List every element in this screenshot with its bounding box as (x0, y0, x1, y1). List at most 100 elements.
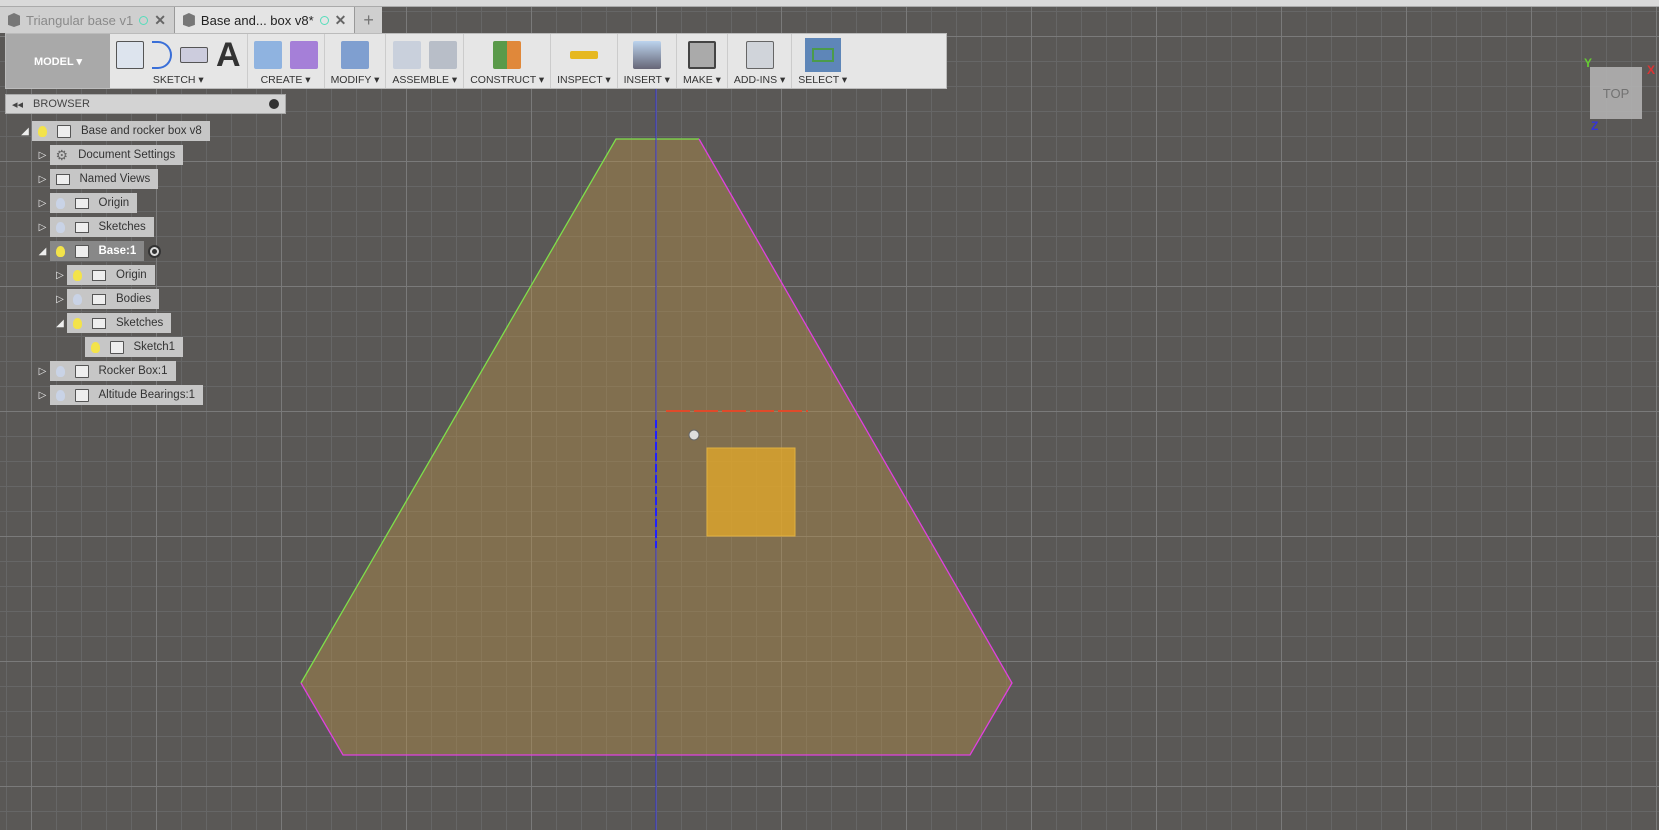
visibility-bulb-icon[interactable] (38, 125, 47, 137)
construct-group[interactable]: CONSTRUCT ▾ (464, 34, 552, 88)
node-label: Base and rocker box v8 (81, 125, 202, 137)
select-icon[interactable] (804, 38, 841, 72)
node-box[interactable]: Origin (67, 265, 155, 285)
extrude-icon[interactable] (253, 41, 282, 69)
node-label: Document Settings (78, 149, 176, 161)
close-icon[interactable]: ✕ (154, 12, 166, 29)
add-ins-group[interactable]: ADD-INS ▾ (728, 34, 793, 88)
node-label: Altitude Bearings:1 (98, 389, 196, 401)
viewcube-face[interactable]: TOP (1603, 86, 1630, 101)
press-pull-icon[interactable] (340, 41, 369, 69)
inspect-group[interactable]: INSPECT ▾ (551, 34, 618, 88)
visibility-bulb-icon[interactable] (55, 245, 65, 257)
browser-node[interactable]: ◢ Base:1 (36, 241, 162, 261)
form-icon[interactable] (289, 41, 318, 69)
node-box[interactable]: Origin (49, 193, 138, 213)
expand-triangle-icon[interactable]: ▷ (36, 222, 50, 233)
selected-profile[interactable] (706, 447, 796, 537)
joint-icon[interactable] (428, 41, 457, 69)
node-box[interactable]: Named Views (49, 169, 159, 189)
z-axis-label: Z (1591, 119, 1599, 133)
tab-label: Base and... box v8* (200, 12, 314, 28)
expand-triangle-icon[interactable]: ▷ (36, 174, 50, 185)
tab-base-and-rocker-box[interactable]: Base and... box v8* ✕ (174, 7, 356, 33)
node-box[interactable]: Sketch1 (84, 337, 184, 357)
origin-point[interactable] (688, 429, 700, 441)
select-group[interactable]: SELECT ▾ (792, 34, 853, 88)
expand-triangle-icon[interactable]: ▷ (53, 270, 67, 281)
group-label: ADD-INS ▾ (733, 74, 786, 86)
measure-icon[interactable] (569, 51, 598, 59)
sketch-geometry[interactable] (0, 0, 1659, 830)
image-icon[interactable] (632, 41, 661, 69)
expanded-triangle-icon[interactable]: ◢ (53, 318, 67, 329)
visibility-bulb-icon[interactable] (55, 197, 65, 209)
visibility-bulb-icon[interactable] (55, 221, 65, 233)
browser-node[interactable]: ▷ Rocker Box:1 (36, 361, 176, 381)
scripts-icon[interactable] (745, 41, 774, 69)
browser-node[interactable]: ▷ Origin (53, 265, 155, 285)
workspace-switcher[interactable]: MODEL ▾ (6, 34, 110, 88)
visibility-bulb-icon[interactable] (55, 389, 65, 401)
expand-triangle-icon[interactable]: ▷ (36, 150, 50, 161)
body-icon (74, 244, 89, 258)
node-label: Sketches (116, 317, 164, 329)
viewcube[interactable]: TOP (1590, 67, 1642, 119)
browser-node[interactable]: ◢ Base and rocker box v8 (18, 121, 210, 141)
node-label: Base:1 (98, 245, 137, 257)
create-group[interactable]: CREATE ▾ (248, 34, 325, 88)
expanded-triangle-icon[interactable]: ◢ (36, 246, 50, 257)
visibility-bulb-icon[interactable] (55, 365, 65, 377)
group-label: ASSEMBLE ▾ (392, 74, 458, 86)
expanded-triangle-icon[interactable]: ◢ (18, 126, 32, 137)
browser-header[interactable]: ◂◂ BROWSER (5, 94, 286, 114)
browser-node[interactable]: ◢ Sketches (53, 313, 172, 333)
assemble-group[interactable]: ASSEMBLE ▾ (386, 34, 465, 88)
insert-group[interactable]: INSERT ▾ (618, 34, 677, 88)
close-icon[interactable]: ✕ (335, 12, 347, 29)
minimize-icon[interactable] (269, 99, 279, 109)
expand-triangle-icon[interactable]: ▷ (53, 294, 67, 305)
visibility-bulb-icon[interactable] (73, 293, 82, 305)
group-label: INSERT ▾ (623, 74, 670, 86)
visibility-bulb-icon[interactable] (73, 317, 82, 329)
component-icon (57, 124, 71, 138)
group-label: INSPECT ▾ (557, 74, 611, 86)
node-box[interactable]: Sketches (49, 217, 154, 237)
node-box[interactable]: Base:1 (49, 241, 145, 261)
browser-node[interactable]: ▷ Altitude Bearings:1 (36, 385, 204, 405)
browser-node[interactable]: ▷ Origin (36, 193, 138, 213)
sketch-group[interactable]: A SKETCH ▾ (110, 34, 248, 88)
make-group[interactable]: MAKE ▾ (677, 34, 728, 88)
browser-node[interactable]: ▷ ⚙ Document Settings (36, 145, 184, 165)
browser-node[interactable]: ▷ Bodies (53, 289, 160, 309)
expand-triangle-icon[interactable]: ▷ (36, 366, 50, 377)
node-box[interactable]: Rocker Box:1 (49, 361, 176, 381)
3d-print-icon[interactable] (687, 41, 716, 69)
browser-node[interactable]: ▷ Sketches (36, 217, 154, 237)
tab-triangular-base[interactable]: Triangular base v1 ✕ (0, 7, 175, 33)
browser-title: BROWSER (33, 98, 90, 110)
create-sketch-icon[interactable] (116, 41, 144, 69)
activate-radio-icon[interactable] (148, 244, 162, 258)
node-box[interactable]: ⚙ Document Settings (49, 145, 184, 165)
node-box[interactable]: Bodies (67, 289, 160, 309)
visibility-bulb-icon[interactable] (90, 341, 100, 353)
arc-icon[interactable] (152, 41, 172, 69)
new-tab-button[interactable]: + (355, 7, 382, 33)
expand-triangle-icon[interactable]: ▷ (36, 390, 50, 401)
text-icon[interactable]: A (216, 36, 241, 75)
visibility-bulb-icon[interactable] (73, 269, 82, 281)
plane-icon[interactable] (493, 41, 522, 69)
component-icon (74, 388, 89, 402)
browser-node[interactable]: ▷ Named Views (36, 169, 159, 189)
browser-node[interactable]: Sketch1 (71, 337, 184, 357)
modify-group[interactable]: MODIFY ▾ (325, 34, 387, 88)
new-component-icon[interactable] (392, 41, 421, 69)
collapse-icon[interactable]: ◂◂ (12, 98, 23, 111)
node-box[interactable]: Sketches (67, 313, 172, 333)
node-box[interactable]: Altitude Bearings:1 (49, 385, 204, 405)
expand-triangle-icon[interactable]: ▷ (36, 198, 50, 209)
node-box[interactable]: Base and rocker box v8 (32, 121, 210, 141)
rectangle-icon[interactable] (180, 47, 208, 63)
